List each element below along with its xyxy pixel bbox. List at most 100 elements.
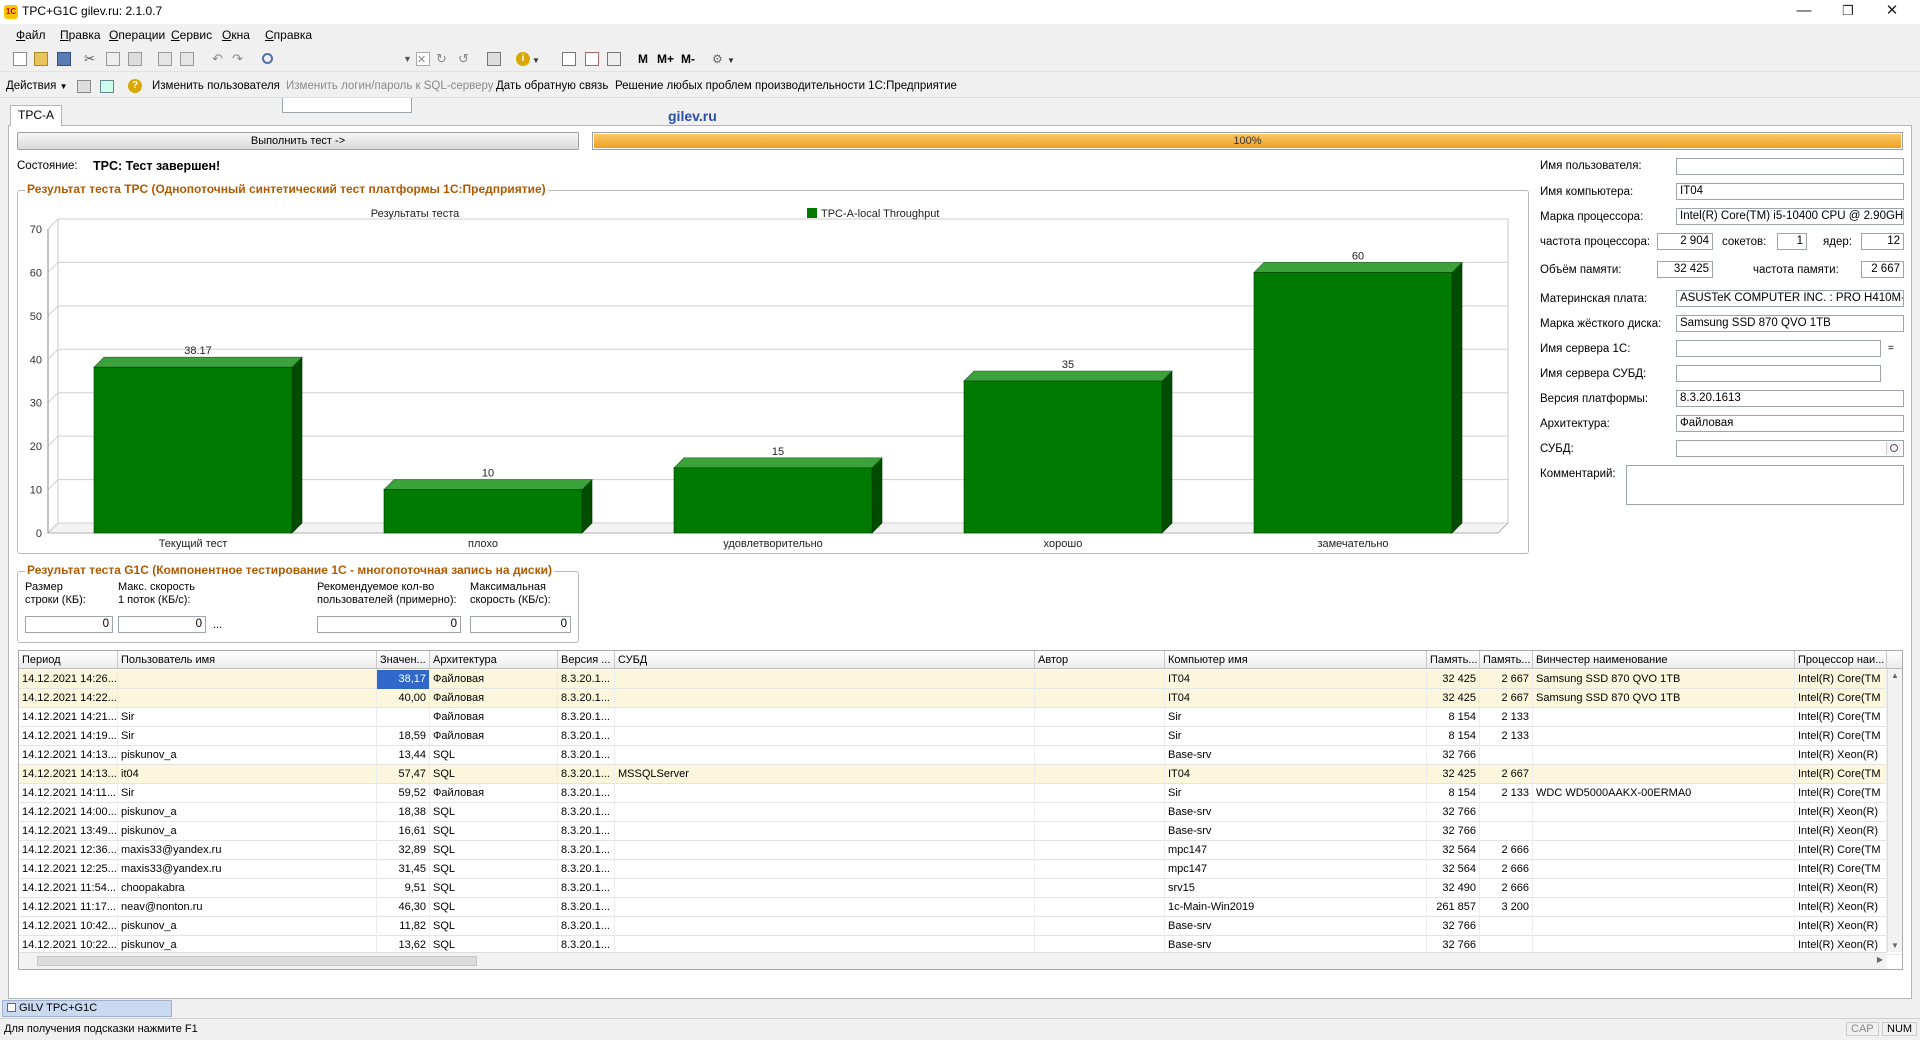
- column-header[interactable]: Значен...: [377, 651, 430, 669]
- memory-minus-button[interactable]: M-: [681, 52, 701, 66]
- platform-field[interactable]: 8.3.20.1613: [1676, 390, 1904, 407]
- save-icon[interactable]: [57, 52, 71, 66]
- settings-icon[interactable]: ⚙: [712, 52, 726, 66]
- sockets-field[interactable]: 1: [1777, 233, 1807, 250]
- solve-problems-link[interactable]: Решение любых проблем производительности…: [615, 80, 957, 92]
- scroll-down-icon[interactable]: ▼: [1891, 941, 1899, 950]
- architecture-field[interactable]: Файловая: [1676, 415, 1904, 432]
- copy-icon[interactable]: [106, 52, 120, 66]
- table-row[interactable]: 14.12.2021 14:11... Sir 59,52 Файловая 8.3.2…: [19, 784, 1902, 803]
- print-preview-icon[interactable]: [180, 52, 194, 66]
- paste-icon[interactable]: [128, 52, 142, 66]
- export-icon[interactable]: [100, 80, 114, 93]
- table-row[interactable]: 14.12.2021 14:13... piskunov_a 13,44 SQL 8.3…: [19, 746, 1902, 765]
- calculator-icon[interactable]: [607, 52, 621, 66]
- undo-icon[interactable]: ↶: [212, 52, 226, 66]
- vertical-scrollbar[interactable]: ▲ ▼: [1887, 669, 1902, 952]
- table-row[interactable]: 14.12.2021 14:00... piskunov_a 18,38 SQL 8.3…: [19, 803, 1902, 822]
- column-header[interactable]: Период: [19, 651, 118, 669]
- window-tab-gilv[interactable]: GILV TPC+G1C: [2, 1000, 172, 1017]
- user-field[interactable]: [1676, 158, 1904, 175]
- column-header[interactable]: Винчестер наименование: [1533, 651, 1795, 669]
- menu-help[interactable]: Справка: [265, 28, 312, 42]
- table-row[interactable]: 14.12.2021 14:19... Sir 18,59 Файловая 8.3.2…: [19, 727, 1902, 746]
- new-document-icon[interactable]: [13, 52, 27, 66]
- menu-service[interactable]: Сервис: [171, 28, 212, 42]
- memory-freq-field[interactable]: 2 667: [1861, 261, 1904, 278]
- results-table[interactable]: Период Пользователь имя Значен... Архитекту…: [18, 650, 1903, 970]
- scroll-up-icon[interactable]: ▲: [1891, 671, 1899, 680]
- change-login-link[interactable]: Изменить логин/пароль к SQL-серверу: [286, 80, 494, 92]
- column-header[interactable]: Компьютер имя: [1165, 651, 1427, 669]
- comment-field[interactable]: [1626, 465, 1904, 505]
- tab-tpc-a[interactable]: TPC-A: [10, 105, 62, 126]
- memory-plus-button[interactable]: M+: [657, 52, 677, 66]
- table-row[interactable]: 14.12.2021 12:36... maxis33@yandex.ru 32,8…: [19, 841, 1902, 860]
- max-speed2-field[interactable]: 0: [470, 616, 571, 633]
- gilev-link[interactable]: gilev.ru: [668, 108, 717, 124]
- table-row[interactable]: 14.12.2021 11:17... neav@nonton.ru 46,30 SQ…: [19, 898, 1902, 917]
- menu-file[interactable]: Файл: [16, 28, 46, 42]
- find-prev-icon[interactable]: ↺: [458, 52, 472, 66]
- scroll-right-icon[interactable]: ▶: [1877, 955, 1883, 964]
- table-row[interactable]: 14.12.2021 11:54... choopakabra 9,51 SQL 8.3…: [19, 879, 1902, 898]
- max-speed-field[interactable]: 0: [118, 616, 206, 633]
- disk-field[interactable]: Samsung SSD 870 QVO 1TB: [1676, 315, 1904, 332]
- horizontal-scrollbar[interactable]: ▶: [19, 952, 1887, 969]
- column-header[interactable]: Память...: [1480, 651, 1533, 669]
- column-header[interactable]: Архитектура: [430, 651, 558, 669]
- run-test-button[interactable]: Выполнить тест ->: [17, 132, 579, 150]
- cores-field[interactable]: 12: [1861, 233, 1904, 250]
- motherboard-field[interactable]: ASUSTeK COMPUTER INC. : PRO H410M-C: [1676, 290, 1904, 307]
- column-header[interactable]: Версия ...: [558, 651, 615, 669]
- table-row[interactable]: 14.12.2021 13:49... piskunov_a 16,61 SQL 8.3…: [19, 822, 1902, 841]
- table-row[interactable]: 14.12.2021 10:42... piskunov_a 11,82 SQL 8.3…: [19, 917, 1902, 936]
- print-icon[interactable]: [158, 52, 172, 66]
- actions-menu[interactable]: Действия ▼: [6, 80, 68, 92]
- menu-operations[interactable]: Операции: [109, 28, 165, 42]
- memory-field[interactable]: 32 425: [1657, 261, 1713, 278]
- dbms-search-icon[interactable]: [1886, 442, 1901, 455]
- cut-icon[interactable]: ✂: [84, 52, 98, 66]
- close-button[interactable]: ✕: [1870, 0, 1914, 22]
- minimize-button[interactable]: —: [1782, 0, 1826, 22]
- help-icon[interactable]: ?: [128, 79, 142, 93]
- table-row[interactable]: 14.12.2021 14:26... 38,17 Файловая 8.3.20.1…: [19, 670, 1902, 689]
- settings-dropdown-icon[interactable]: ▼: [727, 52, 741, 66]
- maximize-button[interactable]: ❐: [1826, 0, 1870, 22]
- redo-icon[interactable]: ↷: [232, 52, 246, 66]
- table-row[interactable]: 14.12.2021 12:25... maxis33@yandex.ru 31,4…: [19, 860, 1902, 879]
- db-server-field[interactable]: [1676, 365, 1881, 382]
- search-input[interactable]: [282, 96, 412, 113]
- row-size-field[interactable]: 0: [25, 616, 113, 633]
- change-user-link[interactable]: Изменить пользователя: [152, 80, 280, 92]
- report-icon[interactable]: [77, 80, 91, 93]
- feedback-link[interactable]: Дать обратную связь: [496, 80, 608, 92]
- info-icon[interactable]: i: [516, 52, 530, 66]
- search-icon[interactable]: [262, 53, 273, 64]
- column-header[interactable]: СУБД: [615, 651, 1035, 669]
- details-link[interactable]: ...: [213, 619, 222, 631]
- memory-button[interactable]: M: [638, 52, 652, 66]
- scroll-thumb[interactable]: [37, 956, 477, 966]
- menu-windows[interactable]: Окна: [222, 28, 250, 42]
- cpu-field[interactable]: Intel(R) Core(TM) i5-10400 CPU @ 2.90GHz: [1676, 208, 1904, 225]
- column-header[interactable]: Автор: [1035, 651, 1165, 669]
- search-dropdown-icon[interactable]: ▼: [403, 52, 417, 66]
- open-folder-icon[interactable]: [34, 52, 48, 66]
- find-next-icon[interactable]: ↻: [436, 52, 450, 66]
- column-header[interactable]: Пользователь имя: [118, 651, 377, 669]
- spreadsheet-icon[interactable]: [562, 52, 576, 66]
- computer-field[interactable]: IT04: [1676, 183, 1904, 200]
- rec-users-field[interactable]: 0: [317, 616, 461, 633]
- server-1c-field[interactable]: [1676, 340, 1881, 357]
- table-row[interactable]: 14.12.2021 14:13... it04 57,47 SQL 8.3.20.1.…: [19, 765, 1902, 784]
- menu-edit[interactable]: Правка: [60, 28, 101, 42]
- table-row[interactable]: 14.12.2021 14:22... 40,00 Файловая 8.3.20.1…: [19, 689, 1902, 708]
- column-header[interactable]: Процессор наи...: [1795, 651, 1887, 669]
- calendar-icon[interactable]: [585, 52, 599, 66]
- windows-icon[interactable]: [487, 52, 501, 66]
- column-header[interactable]: Память...: [1427, 651, 1480, 669]
- info-dropdown-icon[interactable]: ▼: [532, 52, 546, 66]
- clear-search-icon[interactable]: ✕: [416, 52, 430, 66]
